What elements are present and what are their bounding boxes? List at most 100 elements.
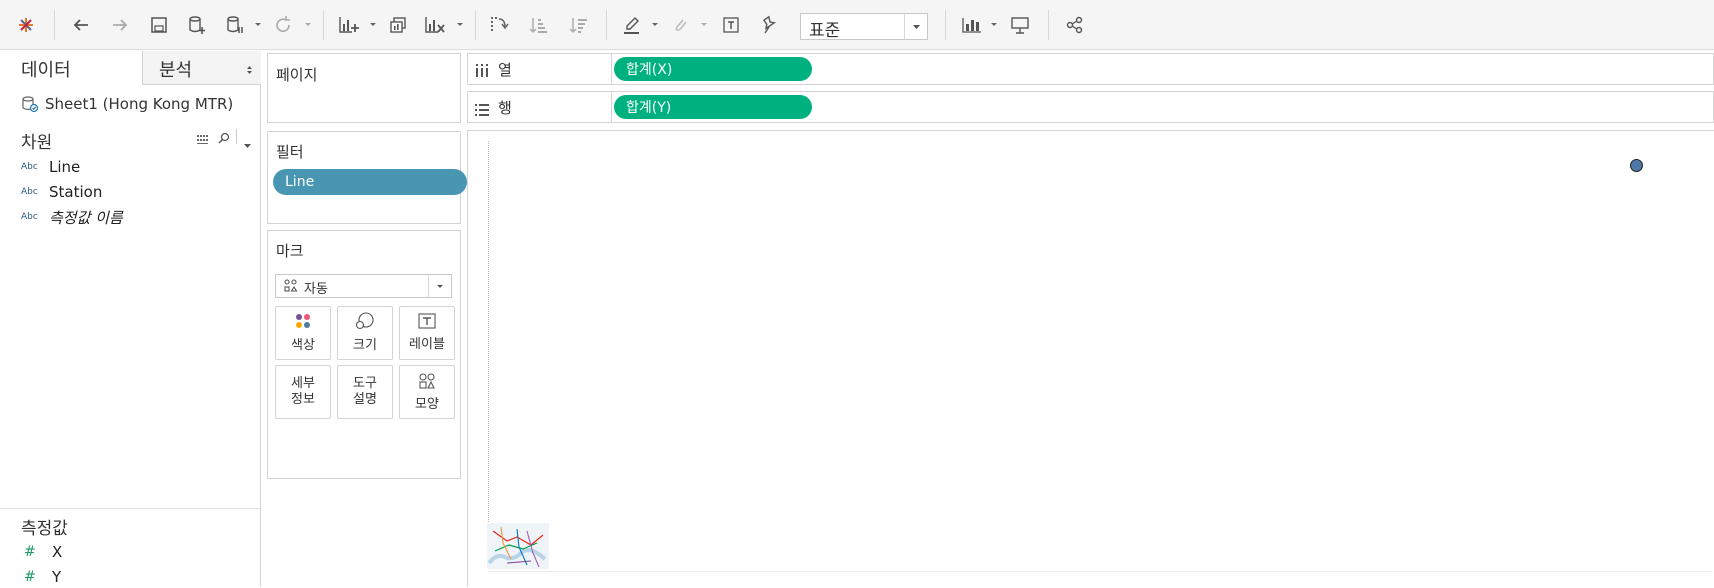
size-button[interactable]: 크기 — [337, 306, 393, 360]
measures-title: 측정값 — [21, 519, 68, 539]
chevron-down-icon[interactable] — [651, 19, 659, 31]
string-type-icon: Abc — [21, 162, 38, 172]
rows-shelf-label: 행 — [498, 99, 512, 117]
color-button-label: 색상 — [291, 338, 315, 353]
chevron-down-icon[interactable] — [990, 19, 998, 31]
divider — [236, 129, 237, 144]
duplicate-sheet-icon[interactable] — [385, 12, 411, 38]
save-icon[interactable] — [146, 12, 172, 38]
group-members-icon[interactable] — [667, 12, 693, 38]
redo-icon[interactable] — [107, 12, 133, 38]
view-as-list-icon[interactable] — [197, 131, 211, 150]
measure-field-x[interactable]: # X — [24, 541, 254, 563]
automatic-mark-icon — [284, 279, 298, 296]
sort-ascending-icon[interactable] — [526, 12, 552, 38]
pages-card[interactable]: 페이지 — [267, 53, 461, 123]
share-icon[interactable] — [1062, 12, 1088, 38]
chevron-down-icon[interactable] — [369, 19, 377, 31]
tooltip-button[interactable]: 도구 설명 — [337, 365, 393, 419]
viz-canvas[interactable] — [467, 130, 1714, 587]
rows-pill-label: 합계(Y) — [626, 100, 672, 116]
axis-line — [488, 141, 489, 566]
color-button[interactable]: 색상 — [275, 306, 331, 360]
number-type-icon: # — [24, 569, 36, 585]
rows-pill-sum-y[interactable]: 합계(Y) — [614, 95, 812, 119]
presentation-mode-icon[interactable] — [1007, 12, 1033, 38]
shape-button[interactable]: 모양 — [399, 365, 455, 419]
tooltip-button-label-line1: 도구 — [353, 376, 377, 391]
measure-field-y[interactable]: # Y — [24, 566, 254, 588]
sort-descending-icon[interactable] — [566, 12, 592, 38]
search-icon[interactable] — [217, 130, 230, 149]
mark-type-value: 자동 — [304, 282, 328, 297]
datasource-icon — [21, 95, 45, 113]
pause-updates-icon[interactable] — [222, 12, 248, 38]
refresh-icon[interactable] — [270, 12, 296, 38]
detail-button[interactable]: 세부 정보 — [275, 365, 331, 419]
measures-list: # X # Y — [24, 541, 254, 588]
chevron-down-icon[interactable] — [254, 19, 262, 31]
color-icon — [294, 312, 312, 335]
chevron-down-icon[interactable] — [304, 19, 312, 31]
label-button-label: 레이블 — [409, 337, 445, 352]
filters-card-title: 필터 — [276, 143, 304, 161]
pages-card-title: 페이지 — [276, 66, 318, 84]
fit-dropdown-value: 표준 — [809, 21, 841, 41]
tab-data[interactable]: 데이터 — [0, 51, 142, 85]
marks-card-title: 마크 — [276, 242, 304, 260]
chevron-down-icon[interactable] — [700, 19, 708, 31]
new-worksheet-icon[interactable] — [336, 12, 362, 38]
columns-icon — [476, 62, 488, 81]
columns-shelf[interactable]: 열 합계(X) — [467, 53, 1714, 85]
size-button-label: 크기 — [353, 338, 377, 353]
filter-pill-line[interactable]: Line — [273, 169, 467, 195]
dimensions-title: 차원 — [21, 133, 53, 153]
swap-rows-columns-icon[interactable] — [486, 12, 512, 38]
field-name: X — [52, 543, 63, 561]
chevron-down-icon[interactable] — [456, 19, 464, 31]
label-button[interactable]: 레이블 — [399, 306, 455, 360]
new-datasource-icon[interactable] — [184, 12, 210, 38]
mtr-map-background-image — [487, 523, 549, 569]
highlight-pen-icon[interactable] — [619, 12, 645, 38]
string-type-icon: Abc — [21, 187, 38, 197]
dimension-field-line[interactable]: Abc Line — [21, 156, 257, 178]
data-point-mark[interactable] — [1630, 159, 1643, 172]
chevron-down-icon[interactable] — [904, 14, 927, 39]
show-mark-labels-icon[interactable] — [718, 12, 744, 38]
tooltip-button-label-line2: 설명 — [353, 392, 377, 407]
dimension-field-measure-names[interactable]: Abc 측정값 이름 — [21, 206, 257, 228]
sort-arrows-icon — [246, 60, 253, 81]
columns-pill-sum-x[interactable]: 합계(X) — [614, 57, 812, 81]
chevron-down-icon[interactable] — [428, 275, 451, 297]
toolbar-separator — [54, 10, 55, 40]
filters-card[interactable]: 필터 Line — [267, 131, 467, 224]
dimensions-list: Abc Line Abc Station Abc 측정값 이름 — [21, 156, 257, 228]
datasource-item[interactable]: Sheet1 (Hong Kong MTR) — [21, 93, 257, 115]
tab-analysis[interactable]: 분석 — [142, 51, 261, 85]
undo-icon[interactable] — [68, 12, 94, 38]
rows-icon — [475, 101, 489, 120]
detail-button-label-line2: 정보 — [291, 392, 315, 407]
datasource-name: Sheet1 (Hong Kong MTR) — [45, 95, 234, 113]
rows-shelf[interactable]: 행 합계(Y) — [467, 91, 1714, 123]
shape-button-label: 모양 — [415, 396, 439, 412]
axis-baseline — [488, 571, 1713, 572]
field-name: Station — [49, 183, 103, 201]
mark-type-dropdown[interactable]: 자동 — [275, 274, 452, 298]
show-me-icon[interactable] — [959, 12, 985, 38]
fix-axes-pin-icon[interactable] — [756, 12, 782, 38]
clear-sheet-icon[interactable] — [422, 12, 448, 38]
tableau-logo-icon[interactable] — [13, 12, 39, 38]
size-icon — [355, 312, 375, 335]
marks-card: 마크 자동 색상 크기 레이블 세부 정보 도구 설명 모양 — [267, 230, 461, 479]
fit-dropdown[interactable]: 표준 — [800, 13, 928, 41]
columns-shelf-header: 열 — [468, 54, 612, 84]
filter-pill-label: Line — [285, 174, 315, 190]
chevron-down-icon[interactable] — [243, 134, 252, 153]
toolbar-separator — [606, 10, 607, 40]
detail-button-label-line1: 세부 — [291, 376, 315, 391]
divider — [0, 508, 260, 509]
dimension-field-station[interactable]: Abc Station — [21, 181, 257, 203]
field-name: Line — [49, 158, 81, 176]
